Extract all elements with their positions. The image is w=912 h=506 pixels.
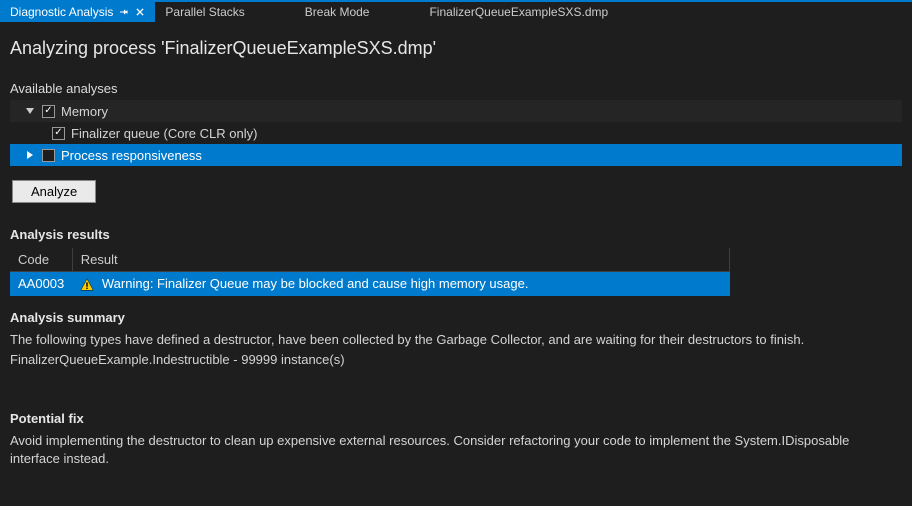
table-header-row: Code Result bbox=[10, 248, 730, 272]
cell-result: Warning: Finalizer Queue may be blocked … bbox=[72, 272, 729, 296]
summary-text-1: The following types have defined a destr… bbox=[10, 331, 902, 349]
analysis-summary-label: Analysis summary bbox=[10, 310, 902, 325]
page-title: Analyzing process 'FinalizerQueueExample… bbox=[10, 38, 902, 59]
expander-icon[interactable] bbox=[24, 105, 36, 117]
tab-dump-file[interactable]: FinalizerQueueExampleSXS.dmp bbox=[419, 2, 618, 22]
analysis-results-label: Analysis results bbox=[10, 227, 902, 242]
warning-icon bbox=[80, 278, 94, 292]
tab-label: Diagnostic Analysis bbox=[10, 5, 113, 19]
potential-fix-text: Avoid implementing the destructor to cle… bbox=[10, 432, 902, 468]
available-analyses-label: Available analyses bbox=[10, 77, 902, 100]
tab-diagnostic-analysis[interactable]: Diagnostic Analysis bbox=[0, 2, 155, 22]
cell-code: AA0003 bbox=[10, 272, 72, 296]
tree-label: Memory bbox=[61, 104, 108, 119]
table-row[interactable]: AA0003 Warning: Finalizer Queue may be b… bbox=[10, 272, 730, 296]
tree-item-finalizer-queue[interactable]: Finalizer queue (Core CLR only) bbox=[10, 122, 902, 144]
checkbox-finalizer[interactable] bbox=[52, 127, 65, 140]
tree-label: Finalizer queue (Core CLR only) bbox=[71, 126, 257, 141]
close-icon[interactable] bbox=[135, 7, 145, 17]
col-code[interactable]: Code bbox=[10, 248, 72, 272]
tree-item-process-responsiveness[interactable]: Process responsiveness bbox=[10, 144, 902, 166]
summary-text-2: FinalizerQueueExample.Indestructible - 9… bbox=[10, 351, 902, 369]
results-table: Code Result AA0003 Warning: Finalizer Qu… bbox=[10, 248, 730, 296]
tab-break-mode[interactable]: Break Mode bbox=[295, 2, 380, 22]
tab-parallel-stacks[interactable]: Parallel Stacks bbox=[155, 2, 254, 22]
pin-icon[interactable] bbox=[119, 7, 129, 17]
tab-bar: Diagnostic Analysis Parallel Stacks Brea… bbox=[0, 0, 912, 22]
tree-label: Process responsiveness bbox=[61, 148, 202, 163]
tab-label: Break Mode bbox=[305, 5, 370, 19]
content-area: Analyzing process 'FinalizerQueueExample… bbox=[0, 22, 912, 480]
tab-label: FinalizerQueueExampleSXS.dmp bbox=[429, 5, 608, 19]
col-result[interactable]: Result bbox=[72, 248, 729, 272]
tree-item-memory[interactable]: Memory bbox=[10, 100, 902, 122]
cell-result-text: Warning: Finalizer Queue may be blocked … bbox=[102, 276, 529, 291]
expander-icon[interactable] bbox=[24, 149, 36, 161]
potential-fix-label: Potential fix bbox=[10, 411, 902, 426]
tab-label: Parallel Stacks bbox=[165, 5, 244, 19]
checkbox-memory[interactable] bbox=[42, 105, 55, 118]
analyses-tree: Memory Finalizer queue (Core CLR only) P… bbox=[10, 100, 902, 166]
checkbox-responsiveness[interactable] bbox=[42, 149, 55, 162]
analyze-button[interactable]: Analyze bbox=[12, 180, 96, 203]
